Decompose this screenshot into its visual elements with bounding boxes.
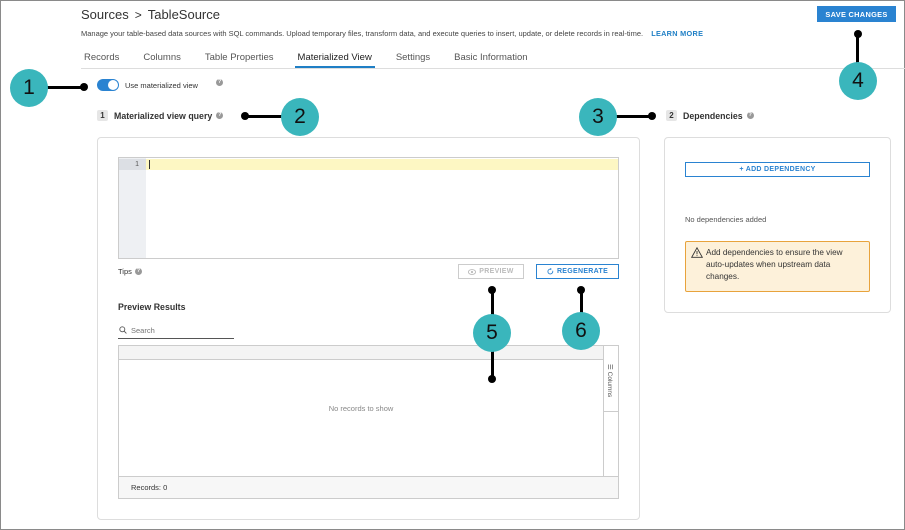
callout-badge: 6 [562, 312, 600, 350]
warning-text: Add dependencies to ensure the view auto… [706, 248, 843, 281]
callout-badge: 1 [10, 69, 48, 107]
editor-active-line [146, 159, 618, 170]
preview-button[interactable]: PREVIEW [458, 264, 524, 279]
query-section-title: 1 Materialized view query ? [97, 110, 224, 121]
preview-results-title: Preview Results [118, 302, 186, 312]
toggle-label: Use materialized view [125, 81, 198, 90]
callout-dot [241, 112, 249, 120]
add-dependency-button[interactable]: + ADD DEPENDENCY [685, 162, 870, 177]
tab-table-properties[interactable]: Table Properties [202, 49, 277, 68]
callout-badge: 5 [473, 314, 511, 352]
tab-settings[interactable]: Settings [393, 49, 433, 68]
grid-side-bar: ☰ Columns [603, 346, 618, 476]
tips-label: Tips [118, 267, 132, 276]
callout-dot [854, 30, 862, 38]
callout-badge: 3 [579, 98, 617, 136]
help-icon[interactable]: ? [746, 112, 754, 119]
search-field[interactable] [118, 322, 234, 339]
breadcrumb-separator: > [134, 7, 142, 22]
tab-bar: Records Columns Table Properties Materia… [81, 49, 549, 68]
callout-dot [488, 286, 496, 294]
preview-label: PREVIEW [479, 268, 514, 275]
tab-columns[interactable]: Columns [140, 49, 184, 68]
warning-box: Add dependencies to ensure the view auto… [685, 241, 870, 292]
breadcrumb-root[interactable]: Sources [81, 7, 129, 22]
no-dependencies-text: No dependencies added [685, 215, 767, 224]
callout-dot [488, 375, 496, 383]
tips[interactable]: Tips ? [118, 267, 142, 276]
tab-divider [81, 68, 905, 69]
help-icon[interactable]: ? [216, 79, 223, 86]
grid-empty-message: No records to show [328, 404, 394, 413]
refresh-icon [547, 268, 554, 275]
warning-icon [691, 247, 703, 258]
preview-grid: No records to show ☰ Columns Records: 0 [118, 345, 619, 499]
columns-side-tab[interactable]: ☰ Columns [604, 360, 618, 412]
columns-label-text: Columns [606, 371, 613, 398]
callout-dot [80, 83, 88, 91]
tab-materialized-view[interactable]: Materialized View [294, 49, 376, 68]
line-number: 1 [119, 159, 146, 170]
page-description: Manage your table-based data sources wit… [81, 29, 703, 38]
callout-dot [577, 286, 585, 294]
regenerate-button[interactable]: REGENERATE [536, 264, 619, 279]
sql-editor[interactable]: 1 [118, 157, 619, 259]
regenerate-label: REGENERATE [556, 268, 609, 275]
tab-basic-information[interactable]: Basic Information [451, 49, 530, 68]
editor-cursor [149, 160, 150, 169]
save-changes-button[interactable]: SAVE CHANGES [817, 6, 896, 22]
callout-dot [648, 112, 656, 120]
callout-badge: 2 [281, 98, 319, 136]
editor-gutter [119, 158, 146, 258]
description-text: Manage your table-based data sources wit… [81, 29, 644, 38]
search-input[interactable] [131, 325, 227, 335]
search-icon [119, 326, 127, 334]
eye-icon [468, 268, 477, 275]
breadcrumb-current: TableSource [147, 7, 220, 22]
dependencies-title-text: Dependencies [683, 110, 743, 121]
materialized-view-toggle[interactable] [97, 79, 119, 91]
breadcrumb: Sources > TableSource [81, 7, 220, 22]
tab-records[interactable]: Records [81, 49, 122, 68]
columns-icon: ☰ [606, 364, 613, 372]
learn-more-link[interactable]: LEARN MORE [651, 29, 703, 38]
help-icon[interactable]: ? [216, 112, 224, 119]
query-title-text: Materialized view query [114, 110, 213, 121]
callout-badge: 4 [839, 62, 877, 100]
grid-footer: Records: 0 [119, 476, 618, 498]
section-number: 1 [97, 110, 108, 121]
dependencies-section-title: 2 Dependencies ? [666, 110, 754, 121]
toggle-knob [108, 80, 118, 90]
columns-side-label: ☰ Columns [606, 364, 614, 397]
help-icon: ? [134, 268, 142, 275]
section-number: 2 [666, 110, 677, 121]
grid-header [119, 346, 603, 360]
